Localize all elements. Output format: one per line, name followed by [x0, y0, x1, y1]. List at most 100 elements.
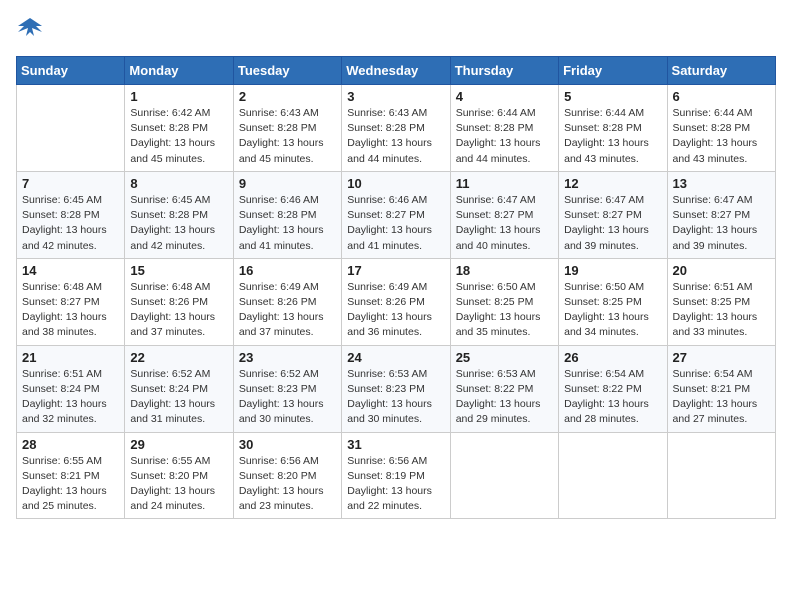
calendar-day-cell: 24Sunrise: 6:53 AMSunset: 8:23 PMDayligh… — [342, 345, 450, 432]
day-info: Sunrise: 6:48 AMSunset: 8:27 PMDaylight:… — [22, 280, 119, 341]
day-info: Sunrise: 6:47 AMSunset: 8:27 PMDaylight:… — [564, 193, 661, 254]
day-info: Sunrise: 6:52 AMSunset: 8:24 PMDaylight:… — [130, 367, 227, 428]
calendar-week-row: 28Sunrise: 6:55 AMSunset: 8:21 PMDayligh… — [17, 432, 776, 519]
calendar-day-cell: 16 Sunrise: 6:49 AMSunset: 8:26 PMDayligh… — [233, 258, 341, 345]
day-number: 25 — [456, 350, 553, 365]
day-number: 30 — [239, 437, 336, 452]
calendar-day-cell: 5 Sunrise: 6:44 AMSunset: 8:28 PMDaylight… — [559, 85, 667, 172]
calendar-day-cell: 22 Sunrise: 6:52 AMSunset: 8:24 PMDayligh… — [125, 345, 233, 432]
day-of-week-header: Friday — [559, 57, 667, 85]
day-info: Sunrise: 6:48 AMSunset: 8:26 PMDaylight:… — [130, 280, 227, 341]
day-info: Sunrise: 6:54 AMSunset: 8:21 PMDaylight:… — [673, 367, 770, 428]
day-number: 4 — [456, 89, 553, 104]
day-of-week-header: Wednesday — [342, 57, 450, 85]
calendar-week-row: 14 Sunrise: 6:48 AMSunset: 8:27 PMDayligh… — [17, 258, 776, 345]
calendar-day-cell: 30 Sunrise: 6:56 AMSunset: 8:20 PMDayligh… — [233, 432, 341, 519]
day-info: Sunrise: 6:44 AMSunset: 8:28 PMDaylight:… — [673, 106, 770, 167]
days-of-week-row: SundayMondayTuesdayWednesdayThursdayFrid… — [17, 57, 776, 85]
day-info: Sunrise: 6:56 AMSunset: 8:19 PMDaylight:… — [347, 454, 444, 515]
calendar-day-cell: 12 Sunrise: 6:47 AMSunset: 8:27 PMDayligh… — [559, 171, 667, 258]
day-number: 15 — [130, 263, 227, 278]
calendar-day-cell — [450, 432, 558, 519]
day-info: Sunrise: 6:53 AMSunset: 8:22 PMDaylight:… — [456, 367, 553, 428]
day-info: Sunrise: 6:51 AMSunset: 8:24 PMDaylight:… — [22, 367, 119, 428]
day-info: Sunrise: 6:46 AMSunset: 8:27 PMDaylight:… — [347, 193, 444, 254]
calendar-day-cell: 29 Sunrise: 6:55 AMSunset: 8:20 PMDayligh… — [125, 432, 233, 519]
day-number: 27 — [673, 350, 770, 365]
day-info: Sunrise: 6:49 AMSunset: 8:26 PMDaylight:… — [347, 280, 444, 341]
day-number: 14 — [22, 263, 119, 278]
day-number: 20 — [673, 263, 770, 278]
day-number: 21 — [22, 350, 119, 365]
calendar-day-cell: 2 Sunrise: 6:43 AMSunset: 8:28 PMDaylight… — [233, 85, 341, 172]
day-number: 18 — [456, 263, 553, 278]
day-number: 29 — [130, 437, 227, 452]
calendar-day-cell: 1 Sunrise: 6:42 AMSunset: 8:28 PMDaylight… — [125, 85, 233, 172]
day-number: 5 — [564, 89, 661, 104]
calendar-day-cell: 20 Sunrise: 6:51 AMSunset: 8:25 PMDayligh… — [667, 258, 775, 345]
day-info: Sunrise: 6:50 AMSunset: 8:25 PMDaylight:… — [456, 280, 553, 341]
day-number: 11 — [456, 176, 553, 191]
calendar-day-cell: 31 Sunrise: 6:56 AMSunset: 8:19 PMDayligh… — [342, 432, 450, 519]
day-number: 7 — [22, 176, 119, 191]
day-info: Sunrise: 6:54 AMSunset: 8:22 PMDaylight:… — [564, 367, 661, 428]
calendar-day-cell: 18 Sunrise: 6:50 AMSunset: 8:25 PMDayligh… — [450, 258, 558, 345]
day-number: 19 — [564, 263, 661, 278]
calendar-week-row: 21 Sunrise: 6:51 AMSunset: 8:24 PMDayligh… — [17, 345, 776, 432]
day-info: Sunrise: 6:55 AMSunset: 8:20 PMDaylight:… — [130, 454, 227, 515]
day-info: Sunrise: 6:42 AMSunset: 8:28 PMDaylight:… — [130, 106, 227, 167]
calendar-day-cell: 7 Sunrise: 6:45 AMSunset: 8:28 PMDaylight… — [17, 171, 125, 258]
day-of-week-header: Thursday — [450, 57, 558, 85]
day-info: Sunrise: 6:43 AMSunset: 8:28 PMDaylight:… — [239, 106, 336, 167]
day-number: 26 — [564, 350, 661, 365]
calendar-day-cell: 14 Sunrise: 6:48 AMSunset: 8:27 PMDayligh… — [17, 258, 125, 345]
day-of-week-header: Sunday — [17, 57, 125, 85]
day-info: Sunrise: 6:52 AMSunset: 8:23 PMDaylight:… — [239, 367, 336, 428]
day-info: Sunrise: 6:44 AMSunset: 8:28 PMDaylight:… — [456, 106, 553, 167]
day-number: 13 — [673, 176, 770, 191]
calendar-day-cell: 19 Sunrise: 6:50 AMSunset: 8:25 PMDayligh… — [559, 258, 667, 345]
day-info: Sunrise: 6:50 AMSunset: 8:25 PMDaylight:… — [564, 280, 661, 341]
day-number: 2 — [239, 89, 336, 104]
day-info: Sunrise: 6:45 AMSunset: 8:28 PMDaylight:… — [22, 193, 119, 254]
day-of-week-header: Tuesday — [233, 57, 341, 85]
day-number: 9 — [239, 176, 336, 191]
day-number: 23 — [239, 350, 336, 365]
day-number: 3 — [347, 89, 444, 104]
day-info: Sunrise: 6:46 AMSunset: 8:28 PMDaylight:… — [239, 193, 336, 254]
logo — [16, 16, 48, 44]
logo-bird-icon — [16, 16, 44, 44]
calendar-day-cell: 11 Sunrise: 6:47 AMSunset: 8:27 PMDayligh… — [450, 171, 558, 258]
calendar-week-row: 1 Sunrise: 6:42 AMSunset: 8:28 PMDaylight… — [17, 85, 776, 172]
calendar-day-cell — [559, 432, 667, 519]
day-number: 6 — [673, 89, 770, 104]
day-number: 10 — [347, 176, 444, 191]
day-number: 28 — [22, 437, 119, 452]
calendar-day-cell: 28Sunrise: 6:55 AMSunset: 8:21 PMDayligh… — [17, 432, 125, 519]
day-number: 8 — [130, 176, 227, 191]
day-info: Sunrise: 6:49 AMSunset: 8:26 PMDaylight:… — [239, 280, 336, 341]
day-info: Sunrise: 6:51 AMSunset: 8:25 PMDaylight:… — [673, 280, 770, 341]
calendar-day-cell: 15 Sunrise: 6:48 AMSunset: 8:26 PMDayligh… — [125, 258, 233, 345]
calendar-day-cell — [17, 85, 125, 172]
day-number: 31 — [347, 437, 444, 452]
day-info: Sunrise: 6:47 AMSunset: 8:27 PMDaylight:… — [456, 193, 553, 254]
day-number: 16 — [239, 263, 336, 278]
calendar-day-cell: 21 Sunrise: 6:51 AMSunset: 8:24 PMDayligh… — [17, 345, 125, 432]
day-info: Sunrise: 6:47 AMSunset: 8:27 PMDaylight:… — [673, 193, 770, 254]
calendar-day-cell: 10 Sunrise: 6:46 AMSunset: 8:27 PMDayligh… — [342, 171, 450, 258]
day-info: Sunrise: 6:53 AMSunset: 8:23 PMDaylight:… — [347, 367, 444, 428]
day-number: 12 — [564, 176, 661, 191]
calendar-day-cell: 27 Sunrise: 6:54 AMSunset: 8:21 PMDayligh… — [667, 345, 775, 432]
day-info: Sunrise: 6:45 AMSunset: 8:28 PMDaylight:… — [130, 193, 227, 254]
day-number: 1 — [130, 89, 227, 104]
page-header — [16, 16, 776, 44]
day-info: Sunrise: 6:56 AMSunset: 8:20 PMDaylight:… — [239, 454, 336, 515]
calendar-day-cell: 23 Sunrise: 6:52 AMSunset: 8:23 PMDayligh… — [233, 345, 341, 432]
calendar-week-row: 7 Sunrise: 6:45 AMSunset: 8:28 PMDaylight… — [17, 171, 776, 258]
calendar-day-cell: 4 Sunrise: 6:44 AMSunset: 8:28 PMDaylight… — [450, 85, 558, 172]
day-of-week-header: Saturday — [667, 57, 775, 85]
day-number: 22 — [130, 350, 227, 365]
day-info: Sunrise: 6:43 AMSunset: 8:28 PMDaylight:… — [347, 106, 444, 167]
day-info: Sunrise: 6:44 AMSunset: 8:28 PMDaylight:… — [564, 106, 661, 167]
